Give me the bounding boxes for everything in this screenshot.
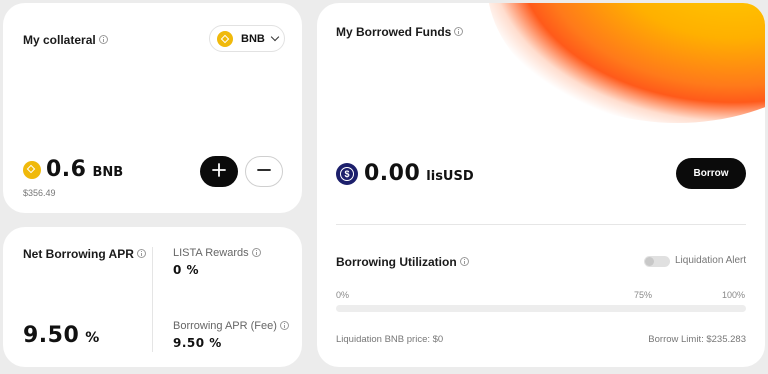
- utilization-title: Borrowing Utilization: [336, 255, 469, 269]
- collateral-title-label: My collateral: [23, 33, 96, 47]
- lista-rewards-label-text: LISTA Rewards: [173, 247, 249, 259]
- utilization-tick-100: 100%: [722, 290, 746, 300]
- divider: [152, 247, 153, 352]
- info-icon[interactable]: [279, 320, 289, 330]
- collateral-amount: 0.6 BNB: [23, 157, 123, 182]
- borrowed-amount: $ 0.00 lisUSD: [336, 161, 474, 186]
- net-apr-unit: %: [85, 330, 100, 346]
- collateral-amount-value: 0.6: [46, 157, 87, 182]
- add-collateral-button[interactable]: [200, 156, 238, 187]
- net-apr-number: 9.50: [23, 323, 80, 348]
- net-apr-title-label: Net Borrowing APR: [23, 247, 134, 261]
- borrowing-apr-fee-label-text: Borrowing APR (Fee): [173, 320, 277, 332]
- minus-icon: [257, 160, 271, 183]
- liquidation-alert-label: Liquidation Alert: [675, 255, 747, 266]
- divider: [336, 224, 746, 225]
- collateral-card: My collateral BNB 0.6 BNB $356.49: [3, 3, 302, 213]
- net-apr-value: 9.50 %: [23, 323, 100, 348]
- remove-collateral-button[interactable]: [245, 156, 283, 187]
- bnb-icon: [217, 30, 233, 47]
- utilization-title-label: Borrowing Utilization: [336, 255, 457, 269]
- token-selector-label: BNB: [241, 32, 265, 45]
- borrowed-amount-value: 0.00: [364, 161, 421, 186]
- borrow-limit: Borrow Limit: $235.283: [648, 334, 746, 345]
- decorative-glow: [487, 3, 765, 123]
- borrowed-title: My Borrowed Funds: [336, 25, 464, 39]
- borrowed-funds-card: My Borrowed Funds $ 0.00 lisUSD Borrow B…: [317, 3, 765, 367]
- lista-rewards-label: LISTA Rewards: [173, 247, 261, 259]
- info-icon[interactable]: [98, 35, 108, 45]
- collateral-amount-unit: BNB: [92, 165, 124, 180]
- borrowing-apr-fee-label: Borrowing APR (Fee): [173, 320, 289, 332]
- lista-rewards-value: 0 %: [173, 263, 200, 277]
- chevron-down-icon: [270, 32, 280, 42]
- info-icon[interactable]: [136, 249, 146, 259]
- plus-icon: [212, 160, 226, 183]
- lisusd-icon: $: [336, 162, 358, 185]
- bnb-icon: [23, 160, 41, 179]
- collateral-title: My collateral: [23, 33, 108, 47]
- borrow-button[interactable]: Borrow: [676, 158, 746, 189]
- info-icon[interactable]: [251, 247, 261, 257]
- liquidation-price: Liquidation BNB price: $0: [336, 334, 444, 345]
- net-apr-title: Net Borrowing APR: [23, 247, 146, 261]
- borrowed-amount-unit: lisUSD: [426, 169, 474, 184]
- utilization-tick-0: 0%: [336, 290, 350, 300]
- utilization-tick-75: 75%: [634, 290, 653, 300]
- apr-card: Net Borrowing APR 9.50 % LISTA Rewards 0…: [3, 227, 302, 367]
- borrowing-apr-fee-value: 9.50 %: [173, 336, 222, 350]
- liquidation-alert-toggle[interactable]: [644, 256, 670, 267]
- utilization-bar: [336, 305, 746, 312]
- collateral-usd-value: $356.49: [23, 188, 56, 198]
- borrowed-title-label: My Borrowed Funds: [336, 25, 452, 39]
- info-icon[interactable]: [454, 27, 464, 37]
- token-selector[interactable]: BNB: [209, 25, 285, 52]
- info-icon[interactable]: [459, 257, 469, 267]
